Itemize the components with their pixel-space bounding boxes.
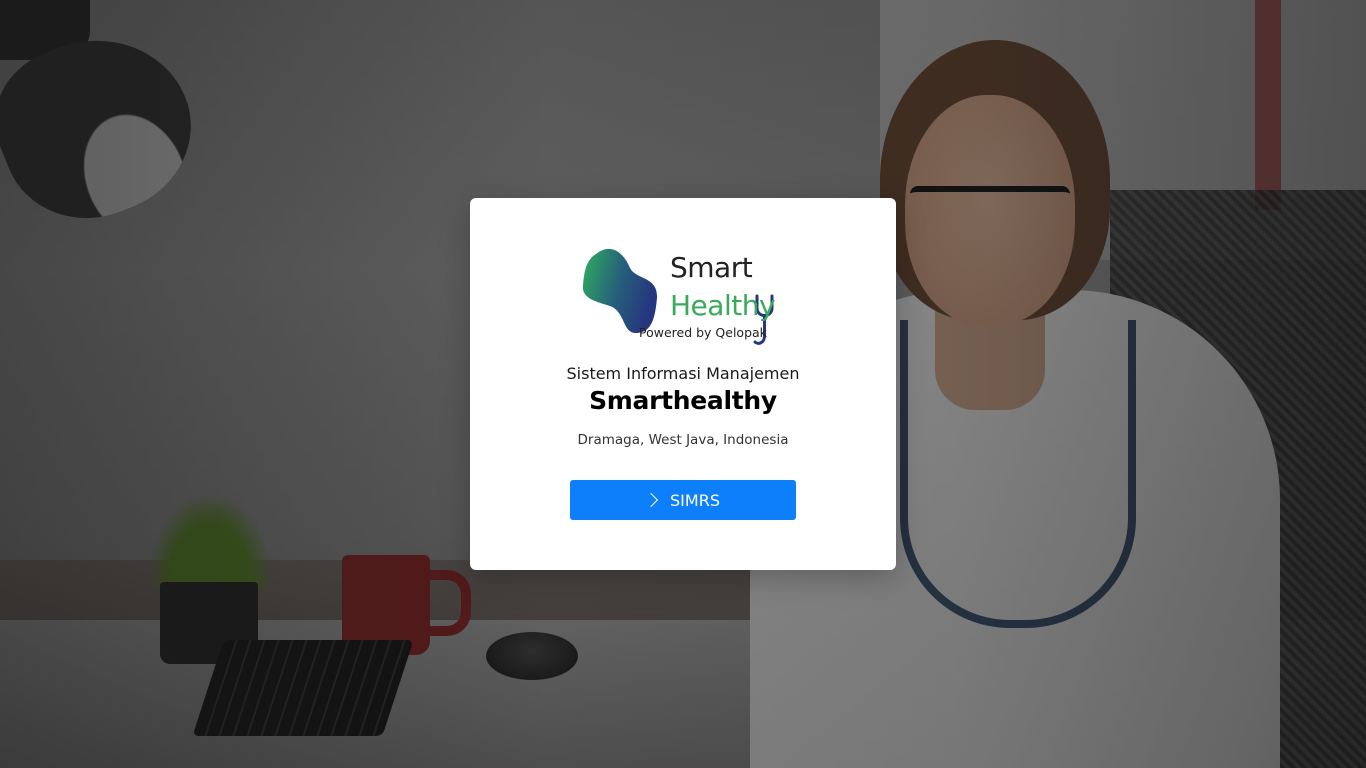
smarthealthy-logo: Smart Healthy Powered by Qelopak <box>582 246 787 348</box>
logo-tagline: Powered by Qelopak <box>639 325 767 340</box>
login-card: Smart Healthy Powered by Qelopak Sistem … <box>470 198 896 570</box>
app-title: Smarthealthy <box>589 386 777 415</box>
location-text: Dramaga, West Java, Indonesia <box>577 432 789 448</box>
simrs-button[interactable]: SIMRS <box>570 480 796 520</box>
simrs-button-label: SIMRS <box>670 490 720 510</box>
logo-word-smart: Smart <box>670 251 753 284</box>
chevron-right-icon <box>643 492 659 508</box>
logo-word-healthy: Healthy <box>670 289 776 322</box>
system-subtitle: Sistem Informasi Manajemen <box>566 364 800 383</box>
